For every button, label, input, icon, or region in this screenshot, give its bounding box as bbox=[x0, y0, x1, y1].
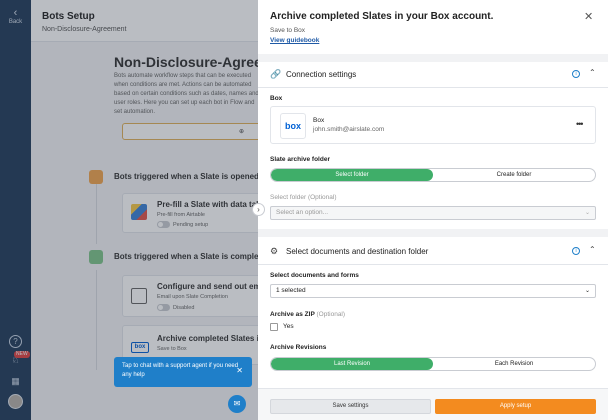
optional-text: (Optional) bbox=[316, 311, 346, 318]
zip-label: Archive as ZIP (Optional) bbox=[270, 311, 345, 318]
guidebook-link[interactable]: View guidebook bbox=[270, 37, 319, 44]
optional-text: (Optional) bbox=[307, 194, 337, 201]
create-folder-option[interactable]: Create folder bbox=[433, 169, 595, 181]
panel-footer: Save settings Apply setup bbox=[258, 388, 608, 420]
documents-forms-label: Select documents and forms bbox=[270, 272, 359, 279]
service-label: Box bbox=[270, 95, 283, 102]
chevron-down-icon: ⌄ bbox=[584, 210, 590, 216]
chevron-up-icon[interactable]: ⌃ bbox=[589, 68, 596, 77]
apply-setup-button[interactable]: Apply setup bbox=[435, 399, 596, 414]
gear-icon: ⚙ bbox=[270, 246, 279, 256]
last-revision-option[interactable]: Last Revision bbox=[271, 358, 433, 370]
divider bbox=[258, 229, 608, 237]
bot-settings-panel: Archive completed Slates in your Box acc… bbox=[258, 0, 608, 420]
select-folder-option[interactable]: Select folder bbox=[271, 169, 433, 181]
divider bbox=[258, 264, 608, 265]
chevron-right-icon[interactable]: › bbox=[252, 203, 265, 216]
more-icon[interactable]: ••• bbox=[576, 119, 584, 129]
connection-settings-header[interactable]: 🔗 Connection settings i ⌃ bbox=[258, 62, 608, 88]
chevron-up-icon[interactable]: ⌃ bbox=[589, 245, 596, 254]
documents-forms-dropdown[interactable]: 1 selected ⌄ bbox=[270, 284, 596, 298]
archive-folder-label: Slate archive folder bbox=[270, 156, 330, 163]
support-tooltip[interactable]: Tap to chat with a support agent if you … bbox=[114, 357, 252, 387]
save-settings-button[interactable]: Save settings bbox=[270, 399, 431, 414]
select-folder-dropdown[interactable]: Select an option... ⌄ bbox=[270, 206, 596, 220]
close-icon[interactable]: ✕ bbox=[584, 10, 593, 23]
tooltip-text: Tap to chat with a support agent if you … bbox=[122, 363, 239, 378]
divider bbox=[258, 87, 608, 88]
info-icon[interactable]: i bbox=[572, 247, 580, 255]
chat-icon[interactable]: ✉ bbox=[228, 395, 246, 413]
account-name: Box bbox=[313, 117, 325, 124]
account-email: john.smith@airslate.com bbox=[313, 126, 385, 133]
documents-header[interactable]: ⚙ Select documents and destination folde… bbox=[258, 239, 608, 265]
section-label: Select documents and destination folder bbox=[286, 247, 429, 256]
dropdown-value: 1 selected bbox=[276, 287, 306, 294]
revisions-toggle: Last Revision Each Revision bbox=[270, 357, 596, 371]
divider bbox=[258, 54, 608, 62]
dropdown-placeholder: Select an option... bbox=[276, 209, 329, 216]
zip-checkbox[interactable] bbox=[270, 323, 278, 331]
chevron-down-icon: ⌄ bbox=[584, 288, 590, 294]
archive-folder-toggle: Select folder Create folder bbox=[270, 168, 596, 182]
select-folder-label-text: Select folder bbox=[270, 194, 307, 201]
zip-checkbox-label: Yes bbox=[283, 323, 294, 330]
section-label: Connection settings bbox=[286, 70, 357, 79]
revisions-label: Archive Revisions bbox=[270, 344, 327, 351]
box-logo: box bbox=[280, 113, 306, 139]
panel-subtitle: Save to Box bbox=[270, 27, 306, 34]
panel-title: Archive completed Slates in your Box acc… bbox=[270, 11, 494, 22]
account-card[interactable]: box Box john.smith@airslate.com ••• bbox=[270, 106, 596, 144]
close-icon[interactable]: ✕ bbox=[236, 366, 243, 375]
each-revision-option[interactable]: Each Revision bbox=[433, 358, 595, 370]
zip-label-text: Archive as ZIP bbox=[270, 311, 315, 318]
info-icon[interactable]: i bbox=[572, 70, 580, 78]
select-folder-label: Select folder (Optional) bbox=[270, 194, 337, 201]
link-icon: 🔗 bbox=[270, 69, 282, 79]
